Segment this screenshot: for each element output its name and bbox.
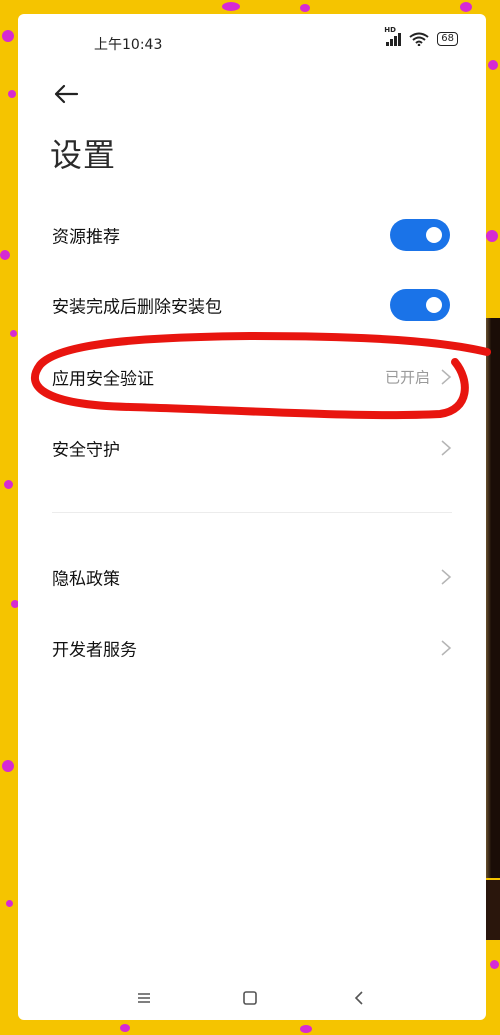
wifi-icon bbox=[409, 32, 429, 46]
setting-label: 隐私政策 bbox=[52, 569, 120, 590]
frame-dot bbox=[0, 250, 10, 260]
chevron-right-icon bbox=[441, 369, 452, 385]
menu-icon[interactable] bbox=[134, 988, 154, 1008]
frame-dot bbox=[222, 2, 240, 11]
frame-dot bbox=[300, 4, 310, 12]
toggle-knob bbox=[426, 297, 442, 313]
back-icon[interactable] bbox=[349, 988, 369, 1008]
battery-indicator: 68 bbox=[437, 32, 458, 46]
section-divider bbox=[52, 512, 452, 513]
chevron-right-icon bbox=[441, 640, 452, 656]
delete-package-toggle[interactable] bbox=[390, 289, 450, 321]
frame-dot bbox=[6, 900, 13, 907]
setting-app-security[interactable]: 应用安全验证 已开启 bbox=[18, 347, 486, 407]
cellular-signal-icon: HD bbox=[384, 26, 402, 46]
resource-recommend-toggle[interactable] bbox=[390, 219, 450, 251]
photo-edge bbox=[484, 880, 500, 940]
frame-dot bbox=[300, 1025, 312, 1033]
setting-label: 安装完成后删除安装包 bbox=[52, 297, 222, 318]
setting-security-protect[interactable]: 安全守护 bbox=[18, 418, 486, 478]
arrow-left-icon[interactable] bbox=[52, 80, 80, 108]
frame-dot bbox=[486, 230, 498, 242]
status-bar: 上午10:43 HD 68 bbox=[18, 14, 486, 56]
page-title: 设置 bbox=[50, 136, 117, 174]
setting-label: 资源推荐 bbox=[52, 227, 120, 248]
frame-dot bbox=[10, 330, 17, 337]
app-security-status: 已开启 bbox=[384, 368, 430, 387]
frame-dot bbox=[120, 1024, 130, 1032]
navigation-bar bbox=[18, 980, 486, 1020]
setting-developer-service[interactable]: 开发者服务 bbox=[18, 618, 486, 678]
setting-delete-package[interactable]: 安装完成后删除安装包 bbox=[18, 275, 486, 335]
network-type: HD bbox=[384, 26, 396, 34]
frame-dot bbox=[460, 2, 472, 12]
status-time: 上午10:43 bbox=[94, 37, 163, 53]
setting-label: 安全守护 bbox=[52, 440, 120, 461]
home-icon[interactable] bbox=[240, 988, 260, 1008]
chevron-right-icon bbox=[441, 569, 452, 585]
setting-privacy-policy[interactable]: 隐私政策 bbox=[18, 547, 486, 607]
frame-dot bbox=[2, 760, 14, 772]
toggle-knob bbox=[426, 227, 442, 243]
chevron-right-icon bbox=[441, 440, 452, 456]
frame-dot bbox=[4, 480, 13, 489]
status-icons: HD 68 bbox=[384, 26, 458, 46]
setting-label: 开发者服务 bbox=[52, 640, 137, 661]
setting-label: 应用安全验证 bbox=[52, 369, 154, 390]
setting-resource-recommend[interactable]: 资源推荐 bbox=[18, 205, 486, 265]
frame-dot bbox=[488, 60, 498, 70]
phone-screen: 上午10:43 HD 68 设置 资源推荐 安装完成后删除安装包 应用安全验证 … bbox=[18, 14, 486, 1020]
frame-dot bbox=[2, 30, 14, 42]
frame-dot bbox=[490, 960, 499, 969]
frame-dot bbox=[8, 90, 16, 98]
